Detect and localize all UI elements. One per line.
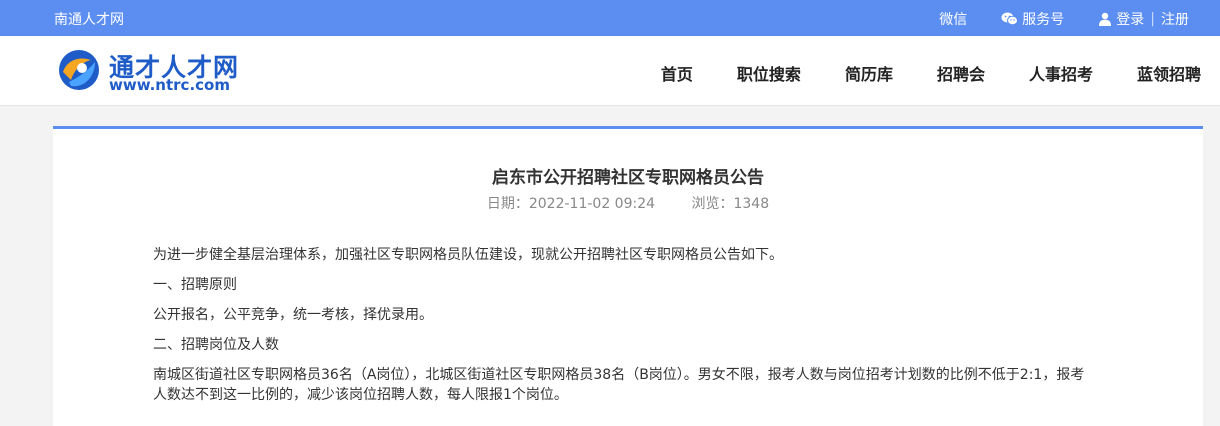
views-label: 浏览：: [691, 196, 734, 212]
service-account-link[interactable]: 服务号: [1001, 9, 1064, 29]
site-name-link[interactable]: 南通人才网: [54, 9, 124, 29]
nav-resume-library[interactable]: 简历库: [845, 61, 893, 85]
paragraph: 为进一步健全基层治理体系，加强社区专职网格员队伍建设，现就公开招聘社区专职网格员…: [153, 247, 783, 263]
nav-job-fair[interactable]: 招聘会: [937, 61, 985, 85]
wechat-icon: [1001, 12, 1019, 26]
paragraph: 二、招聘岗位及人数: [153, 337, 279, 353]
date-label: 日期：: [486, 196, 529, 212]
nav-blue-collar[interactable]: 蓝领招聘: [1137, 61, 1201, 85]
wechat-link[interactable]: 微信: [939, 9, 967, 29]
nav-job-search[interactable]: 职位搜索: [737, 61, 801, 85]
login-link[interactable]: 登录: [1098, 9, 1144, 29]
login-label: 登录: [1116, 12, 1145, 28]
nav-home[interactable]: 首页: [661, 61, 693, 85]
user-icon: [1099, 12, 1112, 26]
service-account-label: 服务号: [1022, 12, 1065, 28]
nav-civil-exam[interactable]: 人事招考: [1029, 61, 1093, 85]
article-panel: 启东市公开招聘社区专职网格员公告 日期：2022-11-02 09:24 浏览：…: [53, 126, 1203, 426]
logo-globe-icon: [59, 50, 99, 90]
view-count: 1348: [733, 196, 770, 212]
top-links: 微信 服务号 登录 | 注册: [939, 9, 1189, 29]
paragraph: 公开报名，公平竞争，统一考核，择优录用。: [153, 307, 433, 323]
article-body: 为进一步健全基层治理体系，加强社区专职网格员队伍建设，现就公开招聘社区专职网格员…: [153, 245, 1098, 415]
divider: |: [1150, 11, 1155, 27]
logo-domain-text: www.ntrc.com: [109, 76, 230, 94]
site-header: 通才人才网 www.ntrc.com 首页 职位搜索 简历库 招聘会 人事招考 …: [0, 36, 1220, 106]
site-logo[interactable]: 通才人才网 www.ntrc.com: [57, 48, 257, 94]
register-link[interactable]: 注册: [1161, 9, 1189, 29]
main-nav: 首页 职位搜索 简历库 招聘会 人事招考 蓝领招聘: [617, 61, 1201, 85]
paragraph: 一、招聘原则: [153, 277, 237, 293]
paragraph: 南城区街道社区专职网格员36名（A岗位），北城区街道社区专职网格员38名（B岗位…: [153, 367, 1085, 403]
top-bar: 南通人才网 微信 服务号 登录 | 注册: [0, 0, 1220, 36]
article-meta: 日期：2022-11-02 09:24 浏览：1348: [53, 193, 1203, 213]
article-title: 启东市公开招聘社区专职网格员公告: [492, 168, 764, 188]
publish-date: 2022-11-02 09:24: [528, 196, 656, 212]
